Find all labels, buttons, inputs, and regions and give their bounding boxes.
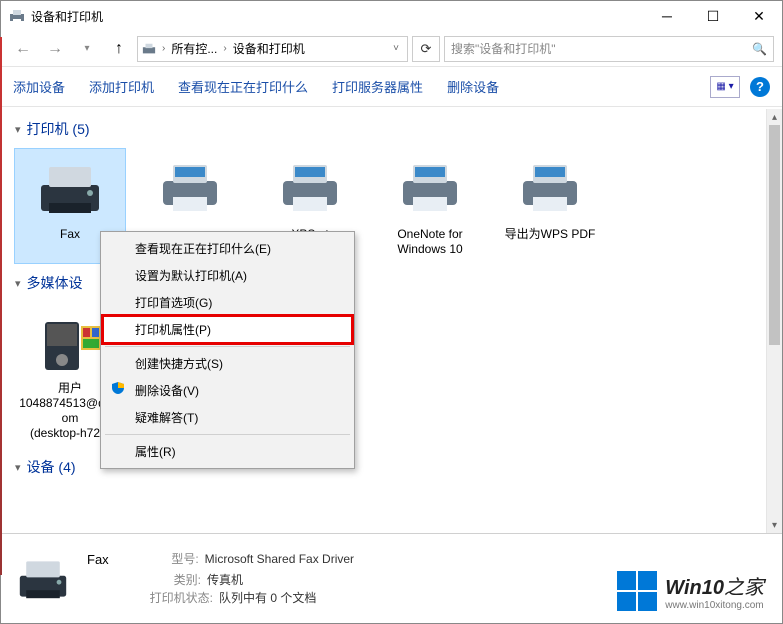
window-root: 设备和打印机 ─ ☐ ✕ ← → ▾ ↑ › 所有控... › 设备和打印机 ˅… (0, 0, 783, 624)
details-status-value: 队列中有 0 个文档 (219, 589, 316, 607)
refresh-button[interactable]: ⟳ (412, 36, 440, 62)
menu-separator (105, 346, 350, 347)
titlebar: 设备和打印机 ─ ☐ ✕ (1, 1, 782, 31)
minimize-button[interactable]: ─ (644, 1, 690, 31)
address-bar[interactable]: › 所有控... › 设备和打印机 ˅ (137, 36, 408, 62)
help-button[interactable]: ? (750, 77, 770, 97)
details-pane: Fax 型号: Microsoft Shared Fax Driver 类别: … (1, 533, 782, 623)
fax-icon (15, 555, 71, 603)
chevron-down-icon: ▾ (15, 277, 21, 290)
add-printer-button[interactable]: 添加打印机 (89, 77, 154, 96)
chevron-right-icon: › (162, 43, 165, 54)
chevron-down-icon: ▾ (15, 123, 21, 136)
details-model-value: Microsoft Shared Fax Driver (205, 550, 354, 572)
scroll-down-arrow[interactable]: ▾ (767, 517, 782, 533)
up-button[interactable]: ↑ (105, 35, 133, 63)
menu-create-shortcut[interactable]: 创建快捷方式(S) (103, 350, 352, 377)
search-input[interactable]: 搜索"设备和打印机" 🔍 (444, 36, 774, 62)
breadcrumb-root[interactable]: 所有控... (171, 40, 217, 57)
address-dropdown[interactable]: ˅ (389, 43, 403, 54)
breadcrumb-current[interactable]: 设备和打印机 (233, 40, 305, 57)
devices-printers-icon (142, 42, 156, 56)
details-category-label: 类别: (141, 571, 201, 589)
close-button[interactable]: ✕ (736, 1, 782, 31)
details-name: Fax (87, 550, 109, 570)
add-device-button[interactable]: 添加设备 (13, 77, 65, 96)
menu-properties[interactable]: 属性(R) (103, 438, 352, 465)
details-model-label: 型号: (139, 550, 199, 572)
group-printers-label: 打印机 (5) (27, 119, 90, 139)
view-options-button[interactable]: ▦ ▾ (710, 76, 740, 98)
menu-remove-device[interactable]: 删除设备(V) (103, 377, 352, 404)
group-printers-header[interactable]: ▾ 打印机 (5) (1, 113, 766, 145)
search-placeholder: 搜索"设备和打印机" (451, 40, 556, 57)
item-label: OneNote for Windows 10 (377, 227, 483, 257)
item-label: 导出为WPS PDF (505, 227, 596, 242)
watermark: Win10之家 www.win10xitong.com (617, 571, 764, 611)
scroll-up-arrow[interactable]: ▴ (767, 109, 782, 125)
print-server-props-button[interactable]: 打印服务器属性 (332, 77, 423, 96)
menu-see-printing[interactable]: 查看现在正在打印什么(E) (103, 235, 352, 262)
windows-logo-icon (617, 571, 657, 611)
external-sliver (0, 37, 2, 575)
group-multimedia-label: 多媒体设 (27, 273, 83, 293)
menu-set-default[interactable]: 设置为默认打印机(A) (103, 262, 352, 289)
menu-separator (105, 434, 350, 435)
menu-printer-properties[interactable]: 打印机属性(P) (103, 316, 352, 343)
watermark-url: www.win10xitong.com (665, 600, 764, 611)
printer-item-onenote[interactable]: OneNote for Windows 10 (375, 149, 485, 263)
window-title: 设备和打印机 (31, 8, 644, 25)
printer-icon (155, 159, 225, 219)
group-devices-label: 设备 (4) (27, 457, 76, 477)
search-icon[interactable]: 🔍 (752, 42, 767, 56)
chevron-right-icon: › (223, 43, 226, 54)
printer-icon (275, 159, 345, 219)
fax-icon (35, 159, 105, 219)
context-menu: 查看现在正在打印什么(E) 设置为默认打印机(A) 打印首选项(G) 打印机属性… (100, 231, 355, 469)
chevron-down-icon: ▾ (15, 461, 21, 474)
remove-device-button[interactable]: 删除设备 (447, 77, 499, 96)
navbar: ← → ▾ ↑ › 所有控... › 设备和打印机 ˅ ⟳ 搜索"设备和打印机"… (1, 31, 782, 67)
maximize-button[interactable]: ☐ (690, 1, 736, 31)
menu-printing-preferences[interactable]: 打印首选项(G) (103, 289, 352, 316)
scroll-thumb[interactable] (769, 125, 780, 345)
printer-icon (515, 159, 585, 219)
watermark-brand: Win10之家 (665, 571, 764, 600)
recent-dropdown[interactable]: ▾ (73, 35, 101, 63)
item-label: Fax (60, 227, 80, 242)
details-category-value: 传真机 (207, 571, 243, 589)
back-button[interactable]: ← (9, 35, 37, 63)
printer-icon (395, 159, 465, 219)
menu-troubleshoot[interactable]: 疑难解答(T) (103, 404, 352, 431)
see-printing-button[interactable]: 查看现在正在打印什么 (178, 77, 308, 96)
printer-item-wps-pdf[interactable]: 导出为WPS PDF (495, 149, 605, 263)
command-bar: 添加设备 添加打印机 查看现在正在打印什么 打印服务器属性 删除设备 ▦ ▾ ? (1, 67, 782, 107)
vertical-scrollbar[interactable]: ▴ ▾ (766, 109, 782, 533)
shield-icon (111, 381, 125, 395)
media-device-icon (35, 308, 105, 378)
forward-button[interactable]: → (41, 35, 69, 63)
details-status-label: 打印机状态: (141, 589, 213, 607)
devices-printers-icon (9, 8, 25, 24)
